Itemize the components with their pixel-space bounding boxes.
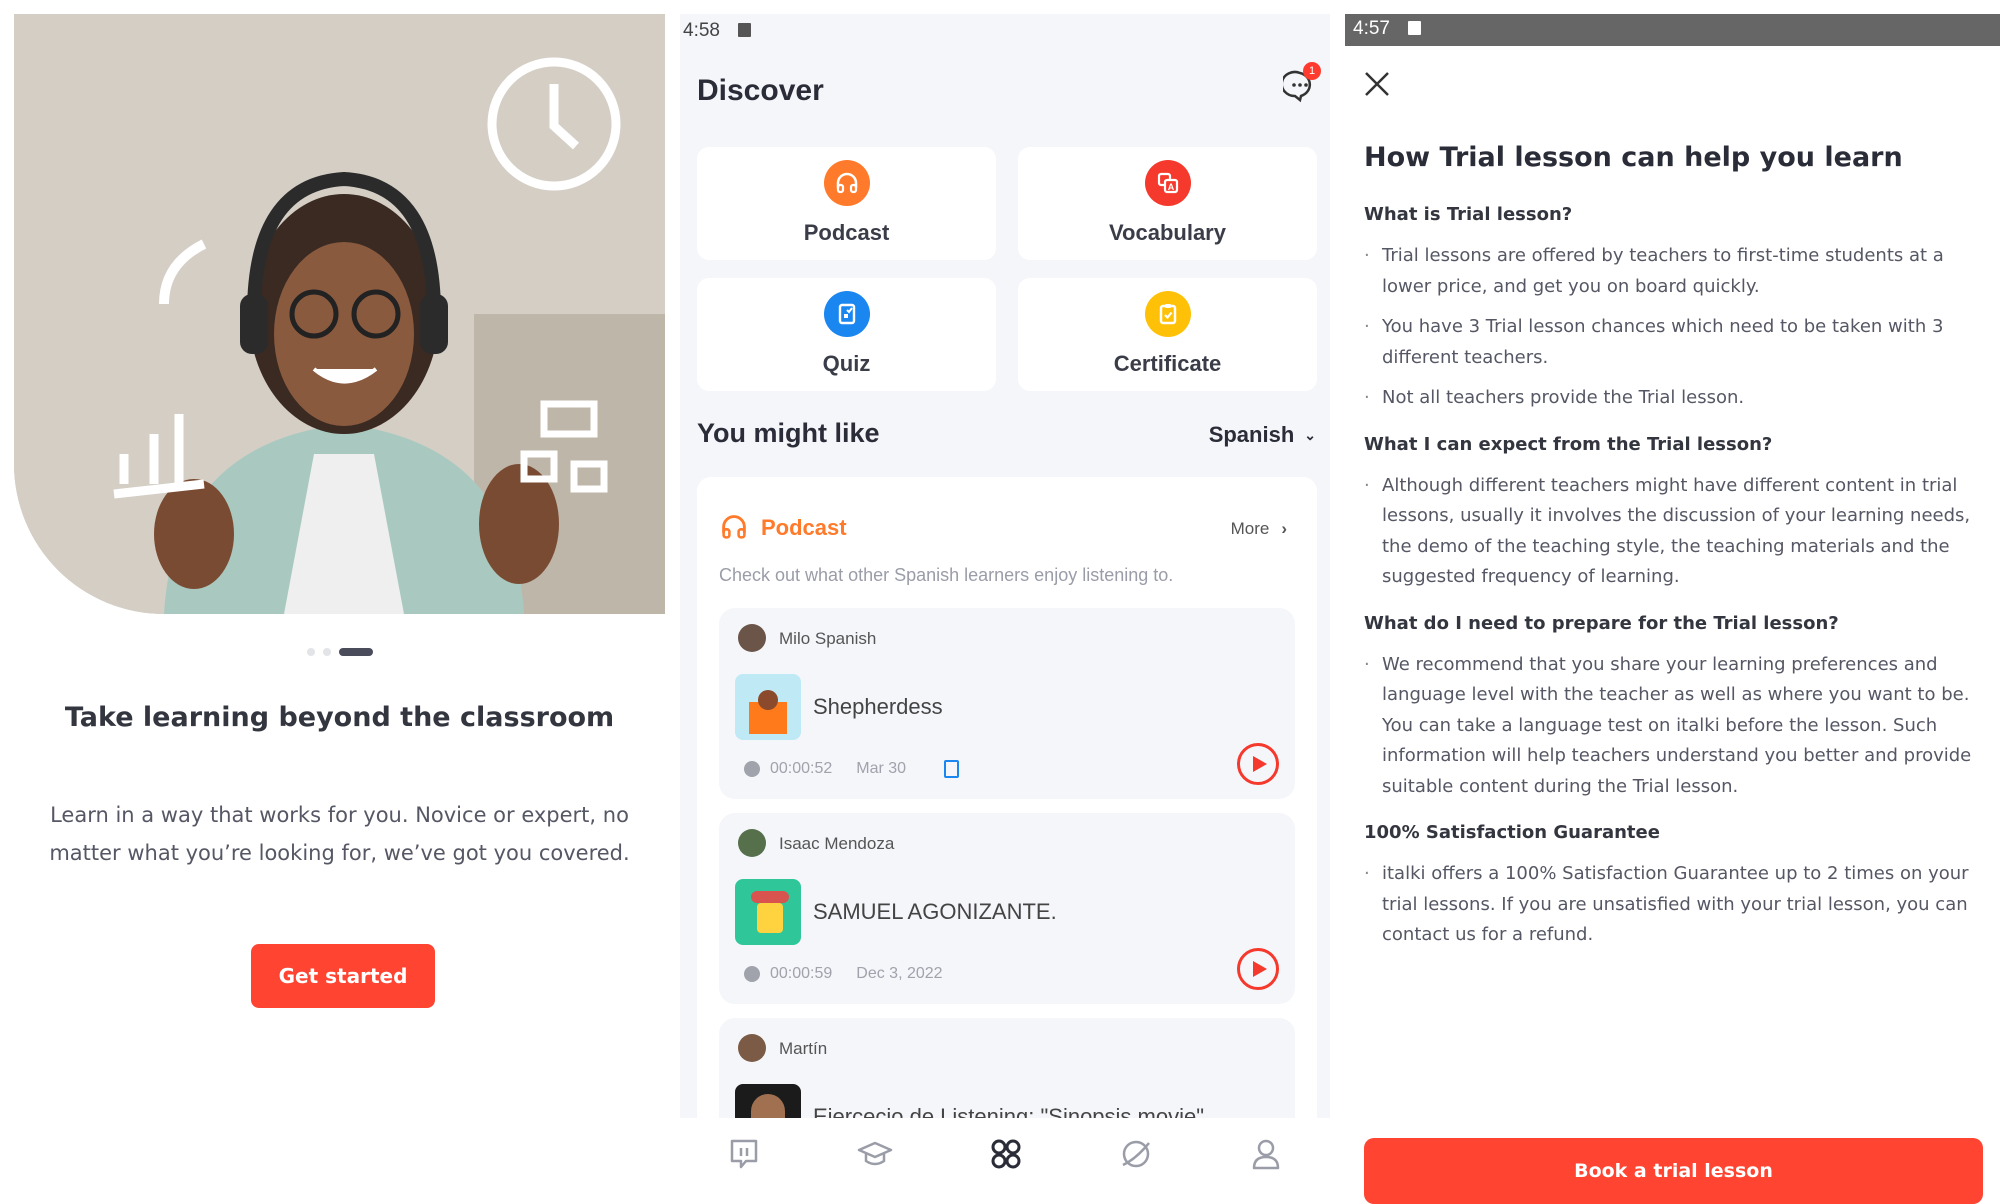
book-trial-lesson-button[interactable]: Book a trial lesson [1364, 1138, 1983, 1204]
author-name: Martín [779, 1039, 828, 1058]
notification-icon [737, 23, 751, 37]
podcast-meta: 00:00:52 Mar 30 [744, 760, 960, 778]
podcast-section-title: Podcast [761, 515, 847, 540]
onboarding-title: Take learning beyond the classroom [64, 702, 615, 733]
onboarding-screen: Take learning beyond the classroom Learn… [14, 14, 665, 1190]
get-started-button[interactable]: Get started [251, 944, 435, 1008]
pager-dots [14, 648, 665, 656]
bullet: You have 3 Trial lesson chances which ne… [1364, 312, 1984, 373]
podcast-section: Podcast More › Check out what other Spani… [697, 477, 1317, 1190]
bullet: Trial lessons are offered by teachers to… [1364, 241, 1984, 302]
podcast-thumbnail [735, 674, 801, 740]
section-heading: What I can expect from the Trial lesson? [1364, 433, 1773, 455]
avatar [738, 1034, 766, 1062]
tile-label: Certificate [1113, 351, 1222, 376]
author-name: Milo Spanish [779, 629, 877, 648]
podcast-item[interactable]: Milo Spanish Shepherdess 00:00:52 Mar 30 [719, 608, 1295, 799]
status-bar: 4:58 [683, 20, 751, 42]
page-title: Discover [697, 74, 824, 107]
avatar [738, 829, 766, 857]
bullet: Although different teachers might have d… [1364, 471, 1984, 593]
planet-icon[interactable] [1119, 1137, 1153, 1171]
svg-text:A: A [1167, 182, 1174, 192]
info-section: What is Trial lesson? Trial lessons are … [1364, 204, 1984, 414]
duration: 00:00:59 [770, 965, 833, 982]
podcast-meta: 00:00:59 Dec 3, 2022 [744, 965, 943, 983]
duration: 00:00:52 [770, 760, 833, 777]
close-icon[interactable] [1363, 70, 1391, 98]
podcast-thumbnail [735, 879, 801, 945]
author-name: Isaac Mendoza [779, 834, 895, 853]
flashcards-icon: A [1144, 160, 1191, 206]
info-section: What I can expect from the Trial lesson?… [1364, 434, 1984, 593]
podcast-title: Shepherdess [813, 694, 943, 719]
status-time: 4:57 [1353, 18, 1390, 39]
trial-lesson-screen: 4:57 How Trial lesson can help you learn… [1345, 14, 2000, 1204]
status-bar: 4:57 [1345, 14, 2000, 46]
section-heading: 100% Satisfaction Guarantee [1364, 822, 1660, 843]
section-heading: What do I need to prepare for the Trial … [1364, 612, 1839, 634]
headphones-icon [823, 160, 870, 206]
bottom-nav [680, 1118, 1330, 1190]
more-label: More [1230, 519, 1270, 538]
chevron-down-icon: ⌄ [1304, 426, 1316, 443]
graduation-cap-icon[interactable] [857, 1139, 893, 1169]
tile-label: Podcast [803, 220, 890, 245]
clock-icon [744, 761, 760, 777]
avatar [738, 624, 766, 652]
notification-badge: 1 [1303, 62, 1321, 80]
podcast-title: SAMUEL AGONIZANTE. [813, 899, 1057, 924]
podcast-item[interactable]: Isaac Mendoza SAMUEL AGONIZANTE. 00:00:5… [719, 813, 1295, 1004]
italki-home-icon[interactable] [728, 1137, 760, 1171]
more-link[interactable]: More › [1231, 519, 1287, 539]
clipboard-check-icon [1144, 291, 1191, 337]
language-selector[interactable]: Spanish ⌄ [1209, 422, 1316, 448]
bullet: italki offers a 100% Satisfaction Guaran… [1364, 859, 1984, 951]
quiz-icon [823, 291, 870, 337]
tile-label: Vocabulary [1109, 220, 1226, 245]
hero-image [14, 14, 665, 614]
notification-icon [1407, 21, 1421, 35]
quiz-icon [944, 760, 960, 778]
pager-dot-active[interactable] [338, 648, 373, 656]
tile-vocabulary[interactable]: A Vocabulary [1018, 147, 1317, 260]
headphones-icon [722, 515, 746, 539]
play-button[interactable] [1237, 743, 1279, 785]
section-heading: What is Trial lesson? [1364, 204, 1573, 225]
pager-dot[interactable] [306, 648, 315, 656]
clock-icon [744, 966, 760, 982]
status-time: 4:58 [683, 20, 720, 41]
date: Dec 3, 2022 [856, 965, 943, 982]
podcast-subtitle: Check out what other Spanish learners en… [719, 565, 1174, 585]
date: Mar 30 [856, 760, 907, 777]
play-icon [1253, 961, 1267, 977]
tile-certificate[interactable]: Certificate [1018, 278, 1317, 391]
bullet: We recommend that you share your learnin… [1364, 650, 1984, 803]
language-value: Spanish [1208, 422, 1295, 447]
info-sheet: How Trial lesson can help you learn What… [1345, 46, 2000, 1204]
info-section: What do I need to prepare for the Trial … [1364, 613, 1984, 803]
bullet: Not all teachers provide the Trial lesso… [1364, 383, 1984, 414]
pager-dot[interactable] [322, 648, 331, 656]
play-button[interactable] [1237, 948, 1279, 990]
discover-grid-icon[interactable] [989, 1137, 1023, 1171]
profile-icon[interactable] [1250, 1137, 1282, 1171]
onboarding-description: Learn in a way that works for you. Novic… [49, 803, 630, 865]
section-title: You might like [697, 418, 880, 448]
discover-screen: 4:58 Discover 1 Podcast A Vocabulary Qui… [680, 14, 1330, 1190]
play-icon [1253, 756, 1267, 772]
tile-label: Quiz [822, 351, 871, 376]
tile-quiz[interactable]: Quiz [697, 278, 996, 391]
sheet-content: What is Trial lesson? Trial lessons are … [1364, 204, 1984, 971]
info-section: 100% Satisfaction Guarantee italki offer… [1364, 822, 1984, 951]
sheet-title: How Trial lesson can help you learn [1364, 142, 1903, 173]
tile-podcast[interactable]: Podcast [697, 147, 996, 260]
chevron-right-icon: › [1281, 519, 1287, 538]
